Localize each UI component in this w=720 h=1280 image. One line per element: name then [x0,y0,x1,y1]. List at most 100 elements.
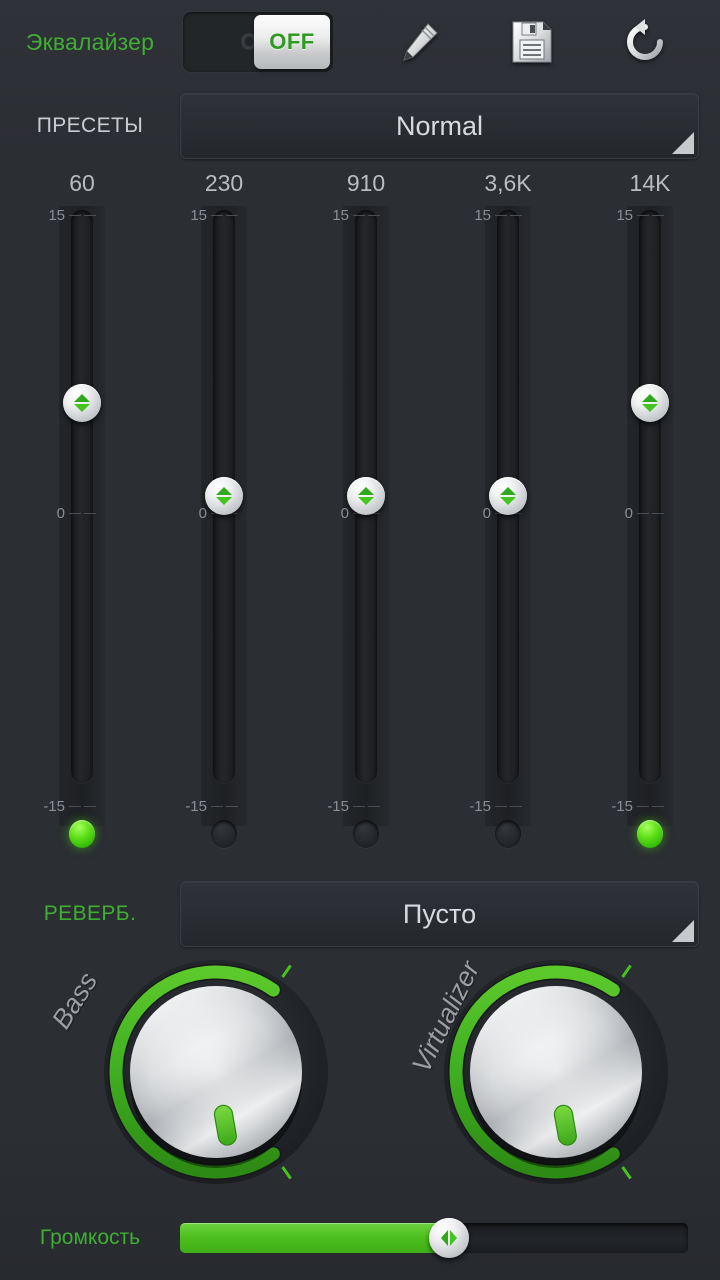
band-scale-label: -15 [611,798,633,815]
eq-band-14K: 14K 15 0 -15 [579,168,720,876]
band-scale-tick [353,806,365,807]
reverb-dropdown[interactable]: Пусто [180,881,699,947]
band-scale-tick [353,215,365,216]
eq-band-230: 230 15 0 -15 [153,168,295,876]
header-bar: Эквалайзер ON OFF [0,0,720,84]
equalizer-app: Эквалайзер ON OFF [0,0,720,1280]
virtualizer-knob[interactable]: Virtualizer [398,952,698,1202]
up-down-arrows-icon [358,487,374,505]
bass-knob-dial[interactable] [96,952,336,1197]
presets-value: Normal [395,110,483,141]
band-frequency-label: 14K [629,170,671,196]
volume-fill [180,1223,450,1253]
eq-band-3,6K: 3,6K 15 0 -15 [437,168,579,876]
band-scale-tick [226,215,238,216]
band-frequency-label: 910 [346,170,386,196]
band-scale-tick [637,806,649,807]
band-frequency-label: 60 [69,170,95,196]
dropdown-corner-icon [672,132,694,154]
band-scale-label: 0 [56,505,65,522]
band-scale-tick [211,215,223,216]
band-slider-track[interactable] [71,210,93,783]
left-right-arrows-icon [441,1230,458,1246]
band-slider-thumb[interactable] [63,383,101,422]
band-scale-tick [510,215,522,216]
band-led-indicator[interactable] [353,820,379,848]
knob-dial-graphic [444,960,668,1184]
presets-row: ПРЕСЕТЫ Normal [0,92,720,160]
band-scale-label: 15 [332,207,349,224]
band-scale-tick [69,215,81,216]
presets-dropdown[interactable]: Normal [180,93,699,159]
band-slider-thumb[interactable] [205,477,243,515]
bass-knob[interactable]: Bass [46,952,358,1202]
band-scale-tick [510,806,522,807]
band-scale-label: 0 [624,505,633,522]
eq-band-910: 910 15 0 -15 [295,168,437,876]
band-scale-label: -15 [327,798,349,815]
dropdown-corner-icon [672,920,694,942]
band-scale-label: 0 [340,505,349,522]
band-scale-tick [637,215,649,216]
band-scale-tick [69,513,81,514]
reverb-row: РЕВЕРБ. Пусто [0,880,720,948]
reset-undo-icon [620,17,670,67]
band-scale-tick [652,215,664,216]
band-scale-label: 15 [48,207,65,224]
band-scale-tick [84,513,96,514]
up-down-arrows-icon [500,487,516,505]
eq-power-toggle[interactable]: ON OFF [182,11,334,73]
band-led-indicator[interactable] [69,820,95,848]
band-scale-tick [84,215,96,216]
band-slider-thumb[interactable] [347,477,385,515]
band-slider-thumb[interactable] [631,383,669,422]
reset-preset-button[interactable] [615,12,675,72]
band-scale-label: 0 [482,505,491,522]
volume-label: Громкость [39,1226,141,1249]
band-scale-tick [368,215,380,216]
band-scale-tick [211,806,223,807]
header-icon-group [334,12,720,72]
band-scale-tick [368,806,380,807]
floppy-save-icon [509,18,555,66]
band-scale-tick [495,806,507,807]
band-scale-tick [226,806,238,807]
band-scale-label: 15 [190,207,207,224]
pencil-icon [395,18,443,66]
band-scale-tick [495,215,507,216]
up-down-arrows-icon [216,487,232,505]
save-preset-button[interactable] [502,12,562,72]
knobs-area: Bass Virtualizer [0,952,720,1202]
volume-thumb[interactable] [429,1218,470,1258]
band-scale-tick [652,513,664,514]
band-scale-label: -15 [43,798,65,815]
presets-label: ПРЕСЕТЫ [36,114,144,137]
band-scale-tick [84,806,96,807]
equalizer-bands: 60 15 0 -15 230 15 0 -15 910 15 0 -15 3,6K 15 0 -15 14K 1… [0,168,720,876]
page-title: Эквалайзер [25,28,155,55]
band-led-indicator[interactable] [211,820,237,848]
volume-row: Громкость [0,1208,720,1268]
band-scale-label: 0 [198,505,207,522]
edit-preset-button[interactable] [389,12,449,72]
band-slider-thumb[interactable] [489,477,527,515]
reverb-label: РЕВЕРБ. [43,902,137,925]
band-scale-tick [69,806,81,807]
band-led-indicator[interactable] [637,820,663,848]
volume-slider[interactable] [180,1218,688,1258]
band-scale-tick [637,513,649,514]
band-scale-tick [652,806,664,807]
up-down-arrows-icon [642,393,658,412]
band-frequency-label: 3,6K [484,170,532,196]
toggle-off-label[interactable]: OFF [254,15,330,69]
band-frequency-label: 230 [204,170,244,196]
band-scale-label: -15 [185,798,207,815]
band-scale-label: 15 [474,207,491,224]
virtualizer-knob-dial[interactable] [436,952,676,1197]
band-scale-label: 15 [616,207,633,224]
band-slider-track[interactable] [639,210,661,783]
reverb-value: Пусто [402,898,477,929]
band-led-indicator[interactable] [495,820,521,848]
eq-band-60: 60 15 0 -15 [11,168,153,876]
band-scale-label: -15 [469,798,491,815]
